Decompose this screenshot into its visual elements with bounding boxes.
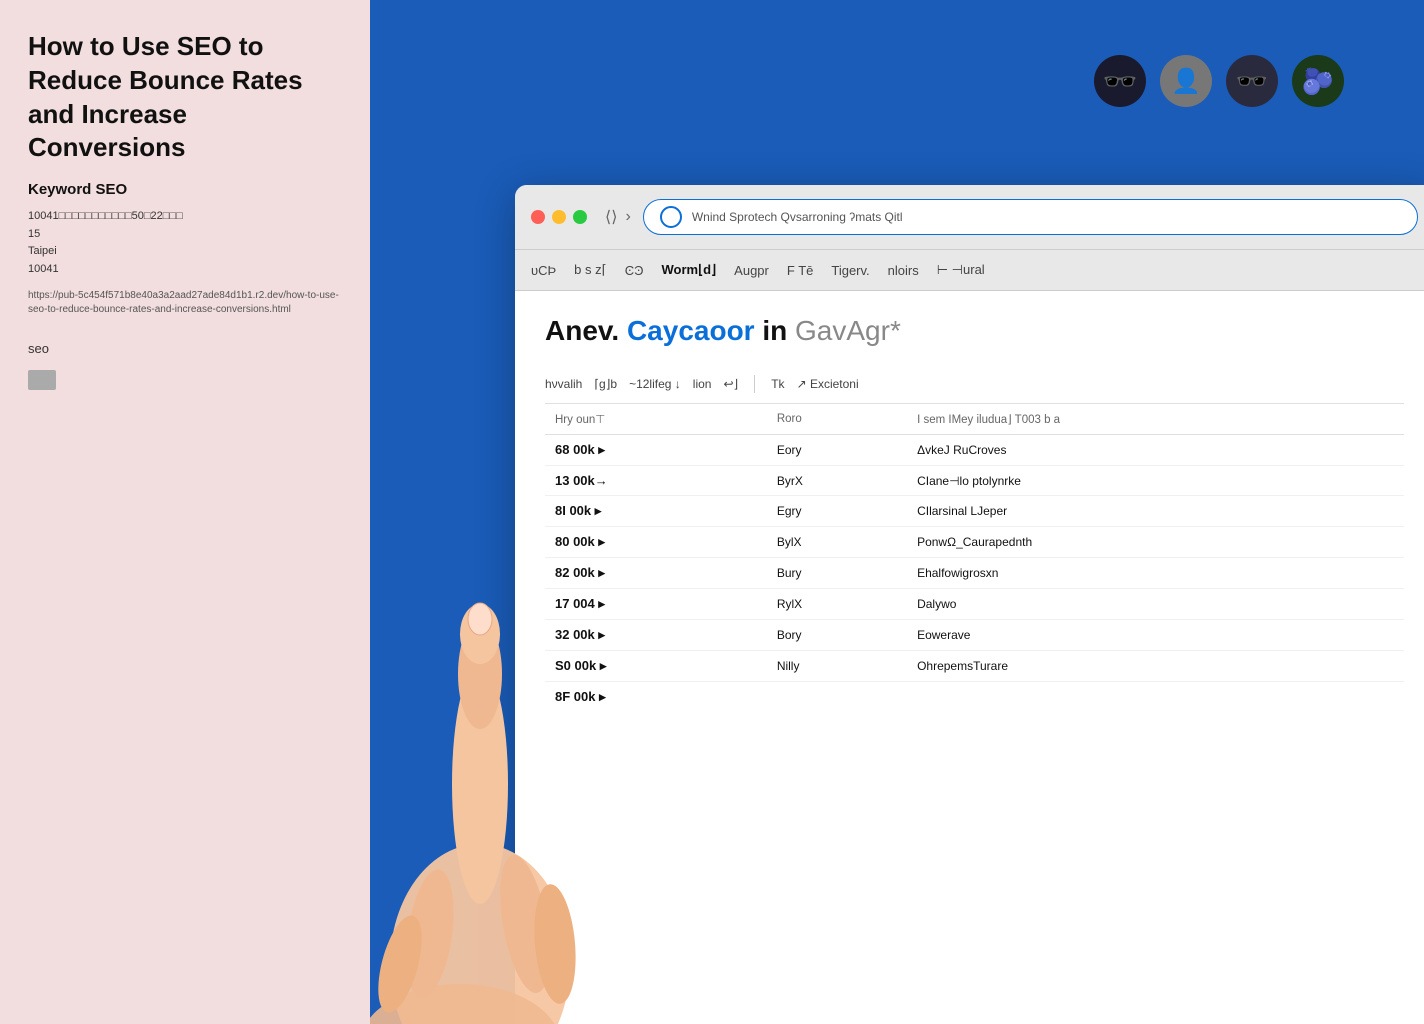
toolbar-item-6[interactable]: ↗ Excietoni (797, 377, 859, 391)
page-title-part1: Anev. (545, 315, 627, 346)
nav-forward[interactable]: › (625, 208, 630, 226)
cell-col1-0: 68 00k ▸ (545, 435, 767, 466)
tab-8[interactable]: ⊢ ⊣ural (937, 258, 985, 282)
cell-col2-7: Nilly (767, 651, 907, 682)
cell-col1-8: 8F 00k ▸ (545, 682, 767, 713)
cell-col1-1: 13 00k→ (545, 466, 767, 496)
icon-2[interactable]: 👤 (1160, 55, 1212, 107)
toolbar-item-5[interactable]: Tk (771, 377, 784, 391)
table-row: 13 00k→ ByrΧ CIane⊣lo ptolynrke (545, 466, 1404, 496)
cell-col1-4: 82 00k ▸ (545, 558, 767, 589)
browser-nav: ⟨⟩ › (605, 207, 631, 227)
page-title: Anev. Caycaoor in GavAgr* (545, 315, 1404, 347)
cell-col1-6: 32 00k ▸ (545, 620, 767, 651)
cell-col1-2: 8I 00k ▸ (545, 496, 767, 527)
tab-5[interactable]: F Tē (787, 259, 814, 282)
icon-4[interactable]: 🫐 (1292, 55, 1344, 107)
tab-2[interactable]: ϾϿ (625, 259, 644, 282)
browser-chrome: ⟨⟩ › Wnind Sprotech Qvsarroning ʔmats Qi… (515, 185, 1424, 250)
browser-window: ⟨⟩ › Wnind Sprotech Qvsarroning ʔmats Qi… (515, 185, 1424, 1024)
cell-col2-3: BylΧ (767, 527, 907, 558)
table-toolbar: hνvalih ⌈g⌋b ~12lifeg ↓ lion ↩⌋ Tk ↗ Exc… (545, 365, 1404, 404)
cell-col3-7: OhrepemsTurare (907, 651, 1404, 682)
icon-1[interactable]: 🕶️ (1094, 55, 1146, 107)
cell-col2-8 (767, 682, 907, 713)
toolbar-divider (754, 375, 755, 393)
page-title-part4: GavAgr* (795, 315, 901, 346)
tab-3[interactable]: Worm⌊d⌋ (661, 258, 716, 282)
left-panel: How to Use SEO to Reduce Bounce Rates an… (0, 0, 370, 1024)
cell-col2-6: Bory (767, 620, 907, 651)
table-row: 8F 00k ▸ (545, 682, 1404, 713)
tab-7[interactable]: nloirs (888, 259, 919, 282)
cell-col2-2: Egry (767, 496, 907, 527)
tab-6[interactable]: Tigerv. (831, 259, 869, 282)
address-text: Wnind Sprotech Qvsarroning ʔmats Qitl (692, 210, 903, 224)
nav-back[interactable]: ⟨⟩ (605, 207, 617, 227)
cell-col2-1: ByrΧ (767, 466, 907, 496)
address-bar[interactable]: Wnind Sprotech Qvsarroning ʔmats Qitl (643, 199, 1418, 235)
table-row: 8I 00k ▸ Egry CIlarsinal LJeper (545, 496, 1404, 527)
traffic-light-red[interactable] (531, 210, 545, 224)
traffic-light-green[interactable] (573, 210, 587, 224)
cell-col3-4: Ehalfowigrosxn (907, 558, 1404, 589)
cell-col2-4: Bury (767, 558, 907, 589)
tab-0[interactable]: υϹϷ (531, 259, 556, 282)
table-row: 32 00k ▸ Bory Eowerave (545, 620, 1404, 651)
traffic-lights (531, 210, 587, 224)
cell-col3-2: CIlarsinal LJeper (907, 496, 1404, 527)
col-header-1: Roro (767, 404, 907, 435)
page-title-part3: in (755, 315, 795, 346)
toolbar-item-3[interactable]: lion (693, 377, 712, 391)
page-title-area: Anev. Caycaoor in GavAgr* (545, 315, 1404, 347)
page-content: Anev. Caycaoor in GavAgr* hνvalih ⌈g⌋b ~… (515, 291, 1424, 1024)
cell-col3-3: PonwΩ_Caurapednth (907, 527, 1404, 558)
cell-col1-7: S0 00k ▸ (545, 651, 767, 682)
right-panel: 🕶️ 👤 🕶️ 🫐 ⟨⟩ › Wnind Sprote (370, 0, 1424, 1024)
table-row: 17 004 ▸ RylΧ Dalywo (545, 589, 1404, 620)
col-header-0: Hry oun⊤ (545, 404, 767, 435)
cell-col3-6: Eowerave (907, 620, 1404, 651)
article-title: How to Use SEO to Reduce Bounce Rates an… (28, 30, 342, 165)
meta-text: 10041□□□□□□□□□□□50□22□□□ 15 Taipei 10041 (28, 208, 342, 278)
data-table: Hry oun⊤ Roro I sem IMey iludua⌋ T003 b … (545, 404, 1404, 712)
toolbar-item-2[interactable]: ~12lifeg ↓ (629, 377, 681, 391)
table-row: 82 00k ▸ Bury Ehalfowigrosxn (545, 558, 1404, 589)
cell-col3-5: Dalywo (907, 589, 1404, 620)
cell-col1-5: 17 004 ▸ (545, 589, 767, 620)
tab-bar: υϹϷ b s z⌈ ϾϿ Worm⌊d⌋ Augpr F Tē Tigerv.… (515, 250, 1424, 291)
page-title-part2: Caycaoor (627, 315, 755, 346)
tab-4[interactable]: Augpr (734, 259, 769, 282)
tag-label: seo (28, 341, 342, 356)
url-text: https://pub-5c454f571b8e40a3a2aad27ade84… (28, 289, 342, 317)
col-header-2: I sem IMey iludua⌋ T003 b a (907, 404, 1404, 435)
address-circle-icon (660, 206, 682, 228)
cell-col3-8 (907, 682, 1404, 713)
toolbar-item-4[interactable]: ↩⌋ (723, 377, 738, 391)
toolbar-item-1[interactable]: ⌈g⌋b (594, 377, 617, 391)
cell-col2-0: Eory (767, 435, 907, 466)
table-row: 80 00k ▸ BylΧ PonwΩ_Caurapednth (545, 527, 1404, 558)
keyword-label: Keyword SEO (28, 181, 342, 198)
cell-col3-0: ΔvkeJ RuCroves (907, 435, 1404, 466)
icon-3[interactable]: 🕶️ (1226, 55, 1278, 107)
cell-col1-3: 80 00k ▸ (545, 527, 767, 558)
toolbar-item-0[interactable]: hνvalih (545, 377, 582, 391)
table-header-row: Hry oun⊤ Roro I sem IMey iludua⌋ T003 b … (545, 404, 1404, 435)
cell-col3-1: CIane⊣lo ptolynrke (907, 466, 1404, 496)
cell-col2-5: RylΧ (767, 589, 907, 620)
tag-box (28, 370, 56, 390)
top-icons-area: 🕶️ 👤 🕶️ 🫐 (1094, 55, 1344, 107)
table-row: S0 00k ▸ Nilly OhrepemsTurare (545, 651, 1404, 682)
traffic-light-yellow[interactable] (552, 210, 566, 224)
tab-1[interactable]: b s z⌈ (574, 258, 607, 282)
table-row: 68 00k ▸ Eory ΔvkeJ RuCroves (545, 435, 1404, 466)
